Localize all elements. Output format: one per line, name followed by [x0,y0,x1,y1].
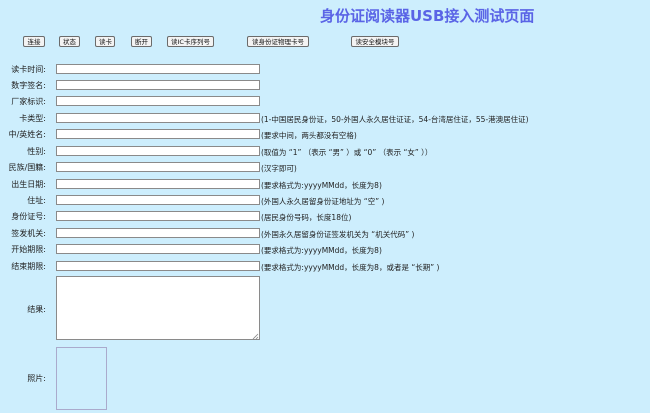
start-date-hint: (要求格式为:yyyyMMdd，长度为8) [261,246,382,255]
read-ic-serial-button[interactable]: 读IC卡序列号 [167,36,214,47]
id-number-input[interactable] [56,211,260,221]
photo-label: 照片: [27,374,46,383]
ethnicity-input[interactable] [56,162,260,172]
authority-label: 签发机关: [11,229,46,238]
vendor-label: 厂家标识: [11,97,46,106]
birth-date-label: 出生日期: [11,180,46,189]
status-button[interactable]: 状态 [59,36,80,47]
name-label: 中/英姓名: [8,130,46,139]
card-type-input[interactable] [56,113,260,123]
card-type-label: 卡类型: [19,114,46,123]
start-date-label: 开始期限: [11,245,46,254]
disconnect-button[interactable]: 断开 [131,36,152,47]
read-card-button[interactable]: 读卡 [95,36,115,47]
address-label: 住址: [27,196,46,205]
authority-hint: (外国永久居留身份证签发机关为 “机关代码” ) [261,230,415,239]
connect-button[interactable]: 连接 [23,36,45,47]
start-date-input[interactable] [56,244,260,254]
page-title: 身份证阅读器USB接入测试页面 [320,7,535,25]
id-number-label: 身份证号: [11,212,46,221]
read-physical-card-no-button[interactable]: 读身份证物理卡号 [247,36,309,47]
address-hint: (外国人永久居留身份证地址为 “空” ) [261,197,385,206]
signature-label: 数字签名: [11,81,46,90]
end-date-hint: (要求格式为:yyyyMMdd，长度为8，或者是 “长期” ) [261,263,440,272]
result-label: 结果: [27,305,46,314]
birth-date-input[interactable] [56,179,260,189]
photo-frame [56,347,107,410]
address-input[interactable] [56,195,260,205]
signature-input[interactable] [56,80,260,90]
result-textarea[interactable] [56,276,260,340]
gender-label: 性别: [27,147,46,156]
card-type-hint: (1-中国居民身份证，50-外国人永久居住证证，54-台湾居住证，55-港澳居住… [261,115,529,124]
read-time-input[interactable] [56,64,260,74]
vendor-input[interactable] [56,96,260,106]
resize-grip-icon[interactable] [252,333,259,340]
birth-date-hint: (要求格式为:yyyyMMdd，长度为8) [261,181,382,190]
end-date-input[interactable] [56,261,260,271]
end-date-label: 结束期限: [11,262,46,271]
id-number-hint: (居民身份号码，长度18位) [261,213,352,222]
read-time-label: 读卡时间: [11,65,46,74]
authority-input[interactable] [56,228,260,238]
ethnicity-label: 民族/国籍: [8,163,46,172]
read-sam-no-button[interactable]: 读安全模块号 [351,36,399,47]
name-hint: (要求中间，两头都没有空格) [261,131,357,140]
gender-hint: (取值为 “1” （表示 “男” ）或 “0” （表示 “女” ）） [261,148,433,157]
gender-input[interactable] [56,146,260,156]
ethnicity-hint: (汉字即可) [261,164,297,173]
name-input[interactable] [56,129,260,139]
